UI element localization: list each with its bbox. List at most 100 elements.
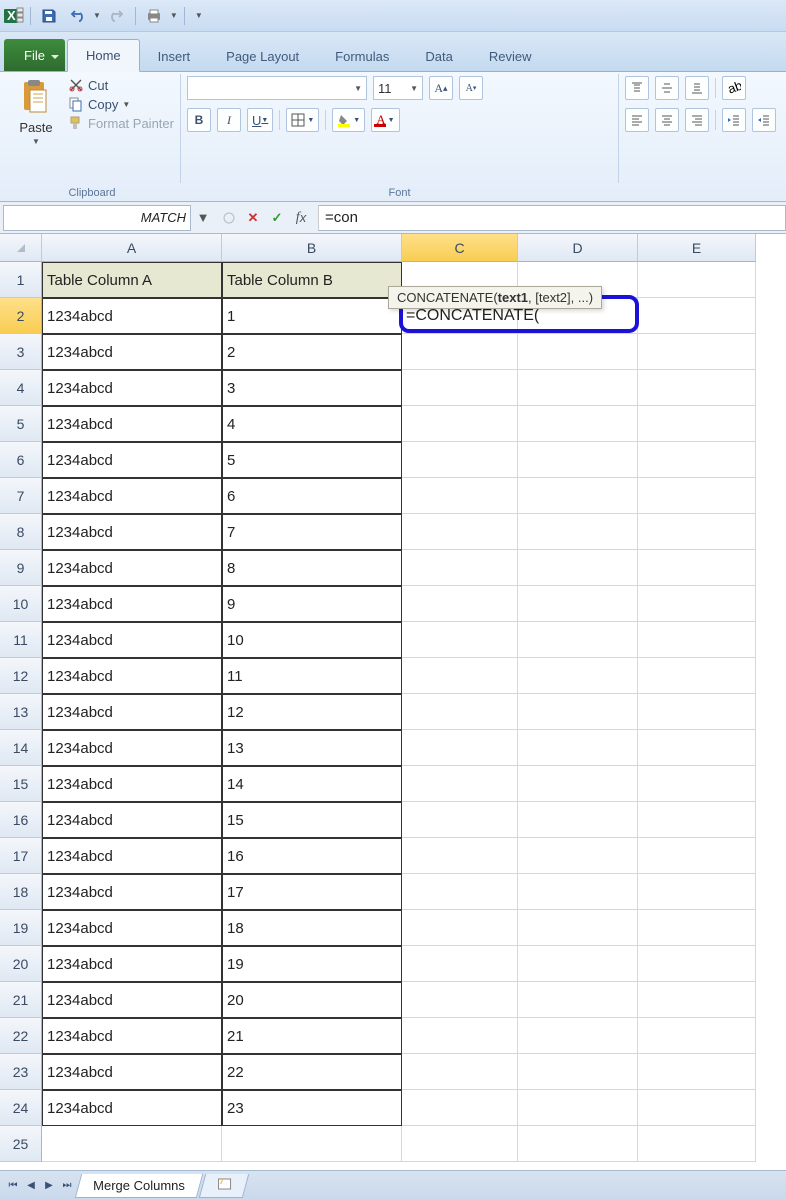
cell-B12[interactable]: 11 (222, 658, 402, 694)
cell-B6[interactable]: 5 (222, 442, 402, 478)
select-all-corner[interactable] (0, 234, 42, 262)
cell-C12[interactable] (402, 658, 518, 694)
row-header[interactable]: 3 (0, 334, 42, 370)
row-header[interactable]: 7 (0, 478, 42, 514)
tab-data[interactable]: Data (407, 41, 470, 71)
cell-A11[interactable]: 1234abcd (42, 622, 222, 658)
tab-home[interactable]: Home (67, 39, 140, 72)
sheet-tab-active[interactable]: Merge Columns (75, 1174, 203, 1198)
sheet-nav-next[interactable]: ▶ (40, 1177, 58, 1195)
row-header[interactable]: 15 (0, 766, 42, 802)
cell-B8[interactable]: 7 (222, 514, 402, 550)
cell-B2[interactable]: 1 (222, 298, 402, 334)
cell-A6[interactable]: 1234abcd (42, 442, 222, 478)
cell-E14[interactable] (638, 730, 756, 766)
cell-B11[interactable]: 10 (222, 622, 402, 658)
sheet-nav-last[interactable]: ⏭ (58, 1177, 76, 1195)
row-header[interactable]: 12 (0, 658, 42, 694)
cell-C15[interactable] (402, 766, 518, 802)
cell-E6[interactable] (638, 442, 756, 478)
cell-B22[interactable]: 21 (222, 1018, 402, 1054)
cell-D5[interactable] (518, 406, 638, 442)
cell-C25[interactable] (402, 1126, 518, 1162)
cell-C3[interactable] (402, 334, 518, 370)
cell-B9[interactable]: 8 (222, 550, 402, 586)
decrease-font-button[interactable]: A▾ (459, 76, 483, 100)
decrease-indent-button[interactable] (722, 108, 746, 132)
cell-E20[interactable] (638, 946, 756, 982)
row-header[interactable]: 8 (0, 514, 42, 550)
align-middle-button[interactable] (655, 76, 679, 100)
cell-A13[interactable]: 1234abcd (42, 694, 222, 730)
cell-E23[interactable] (638, 1054, 756, 1090)
cell-C13[interactable] (402, 694, 518, 730)
cell-B21[interactable]: 20 (222, 982, 402, 1018)
cell-E3[interactable] (638, 334, 756, 370)
font-color-button[interactable]: A▼ (371, 108, 399, 132)
cell-D7[interactable] (518, 478, 638, 514)
cell-C17[interactable] (402, 838, 518, 874)
cell-A23[interactable]: 1234abcd (42, 1054, 222, 1090)
cell-C22[interactable] (402, 1018, 518, 1054)
cell-E1[interactable] (638, 262, 756, 298)
cell-B7[interactable]: 6 (222, 478, 402, 514)
paste-button[interactable]: Paste ▼ (10, 76, 62, 148)
cell-B5[interactable]: 4 (222, 406, 402, 442)
cell-A2[interactable]: 1234abcd (42, 298, 222, 334)
row-header[interactable]: 5 (0, 406, 42, 442)
cell-A3[interactable]: 1234abcd (42, 334, 222, 370)
undo-button[interactable] (65, 4, 89, 28)
fill-color-button[interactable]: ▼ (332, 108, 365, 132)
cell-E25[interactable] (638, 1126, 756, 1162)
cell-C4[interactable] (402, 370, 518, 406)
cell-B14[interactable]: 13 (222, 730, 402, 766)
cell-E8[interactable] (638, 514, 756, 550)
row-header[interactable]: 10 (0, 586, 42, 622)
font-family-select[interactable]: ▼ (187, 76, 367, 100)
row-header[interactable]: 20 (0, 946, 42, 982)
cell-E16[interactable] (638, 802, 756, 838)
row-header[interactable]: 6 (0, 442, 42, 478)
enter-formula-button[interactable]: ✓ (266, 207, 288, 229)
sheet-new-tab[interactable] (199, 1174, 249, 1198)
copy-button[interactable]: Copy ▼ (68, 95, 174, 113)
cell-E17[interactable] (638, 838, 756, 874)
cell-E7[interactable] (638, 478, 756, 514)
cell-A10[interactable]: 1234abcd (42, 586, 222, 622)
increase-font-button[interactable]: A▴ (429, 76, 453, 100)
cut-button[interactable]: Cut (68, 76, 174, 94)
function-tooltip[interactable]: CONCATENATE(text1, [text2], ...) (388, 286, 602, 309)
align-left-button[interactable] (625, 108, 649, 132)
cell-E5[interactable] (638, 406, 756, 442)
cell-C7[interactable] (402, 478, 518, 514)
cell-D23[interactable] (518, 1054, 638, 1090)
cell-D25[interactable] (518, 1126, 638, 1162)
cell-A22[interactable]: 1234abcd (42, 1018, 222, 1054)
fx-icon[interactable]: fx (290, 207, 312, 229)
row-header[interactable]: 21 (0, 982, 42, 1018)
cell-E18[interactable] (638, 874, 756, 910)
cell-E4[interactable] (638, 370, 756, 406)
cell-C18[interactable] (402, 874, 518, 910)
cell-D9[interactable] (518, 550, 638, 586)
cell-B18[interactable]: 17 (222, 874, 402, 910)
sheet-nav-prev[interactable]: ◀ (22, 1177, 40, 1195)
cell-C20[interactable] (402, 946, 518, 982)
row-header[interactable]: 22 (0, 1018, 42, 1054)
column-header-C[interactable]: C (402, 234, 518, 262)
cell-B15[interactable]: 14 (222, 766, 402, 802)
row-header[interactable]: 2 (0, 298, 42, 334)
save-button[interactable] (37, 4, 61, 28)
customize-qat-dropdown[interactable]: ▼ (191, 11, 207, 20)
row-header[interactable]: 25 (0, 1126, 42, 1162)
cell-A1[interactable]: Table Column A (42, 262, 222, 298)
tab-page-layout[interactable]: Page Layout (208, 41, 317, 71)
cell-D16[interactable] (518, 802, 638, 838)
row-header[interactable]: 17 (0, 838, 42, 874)
cell-A25[interactable] (42, 1126, 222, 1162)
sheet-nav-first[interactable]: ⏮ (4, 1177, 22, 1195)
align-right-button[interactable] (685, 108, 709, 132)
cell-D4[interactable] (518, 370, 638, 406)
cell-E13[interactable] (638, 694, 756, 730)
row-header[interactable]: 19 (0, 910, 42, 946)
